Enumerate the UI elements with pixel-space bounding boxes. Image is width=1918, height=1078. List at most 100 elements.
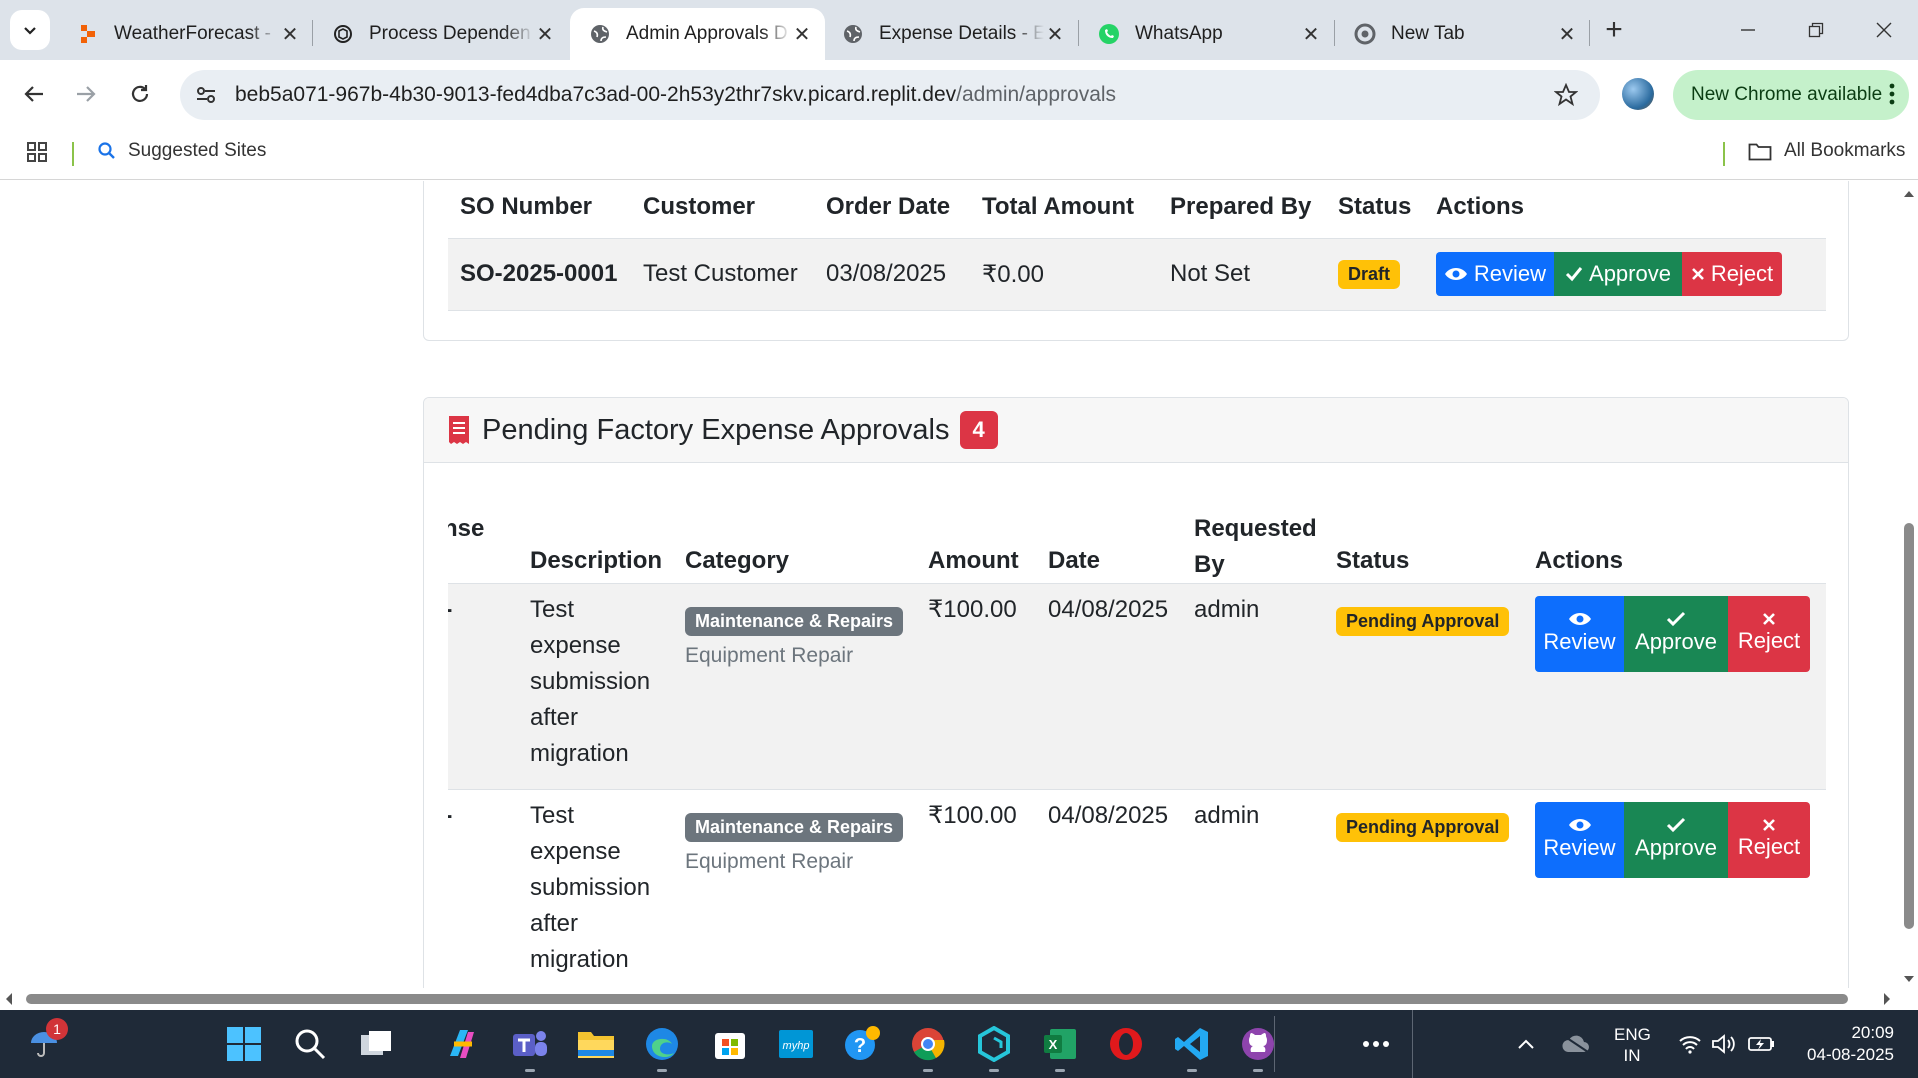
forward-button[interactable] xyxy=(66,74,106,114)
close-icon[interactable]: ✕ xyxy=(534,23,556,46)
copilot-app[interactable] xyxy=(440,1022,484,1066)
copilot-icon xyxy=(450,1030,474,1058)
file-explorer-app[interactable] xyxy=(574,1022,618,1066)
weather-widget[interactable]: 1 xyxy=(22,1018,68,1066)
tab-title: WeatherForecast - xyxy=(114,23,271,44)
close-icon[interactable]: ✕ xyxy=(1044,23,1066,46)
approve-button[interactable]: Approve xyxy=(1624,595,1728,672)
tab-new-tab[interactable]: New Tab ✕ xyxy=(1335,8,1590,60)
scroll-right-icon[interactable] xyxy=(1880,988,1894,1010)
back-button[interactable] xyxy=(14,74,54,114)
bookmark-star-icon[interactable] xyxy=(1554,83,1578,107)
bookmark-label: Suggested Sites xyxy=(128,140,267,161)
col-order-date: Order Date xyxy=(826,192,951,220)
tab-expense-details[interactable]: Expense Details - E ✕ xyxy=(823,8,1078,60)
expense-number-line2: 1 xyxy=(448,628,530,664)
all-bookmarks-button[interactable]: All Bookmarks xyxy=(1748,140,1905,162)
chrome-icon xyxy=(1353,22,1377,46)
approve-button[interactable]: Approve xyxy=(1624,801,1728,878)
tab-search-button[interactable] xyxy=(10,10,50,50)
category-badge: Maintenance & Repairs xyxy=(685,606,904,637)
scroll-left-icon[interactable] xyxy=(2,988,16,1010)
scroll-thumb[interactable] xyxy=(26,994,1848,1004)
expense-number-line1: ST- xyxy=(448,592,530,628)
get-help-app[interactable]: ? xyxy=(840,1022,884,1066)
scroll-up-icon[interactable] xyxy=(1900,187,1918,201)
bookmark-suggested-sites[interactable]: Suggested Sites xyxy=(98,140,266,162)
minimize-button[interactable] xyxy=(1718,8,1778,52)
chrome-update-button[interactable]: New Chrome available xyxy=(1673,70,1909,120)
restore-button[interactable] xyxy=(1786,8,1846,52)
microsoft-store-app[interactable] xyxy=(708,1022,752,1066)
show-hidden-icons-button[interactable] xyxy=(1504,1022,1548,1066)
globe-icon xyxy=(588,22,612,46)
profile-avatar[interactable] xyxy=(1622,78,1654,110)
vscode-app[interactable] xyxy=(1170,1022,1214,1072)
git-app[interactable] xyxy=(972,1022,1016,1072)
clock[interactable]: 20:09 04-08-2025 xyxy=(1790,1022,1894,1066)
table-row: ST-1 Test expense submission after migra… xyxy=(448,583,1826,789)
close-icon[interactable]: ✕ xyxy=(1556,23,1578,46)
task-view-button[interactable] xyxy=(354,1022,398,1066)
onedrive-status[interactable] xyxy=(1554,1022,1598,1066)
address-bar[interactable]: beb5a071-967b-4b30-9013-fed4dba7c3ad-00-… xyxy=(180,70,1600,120)
myhp-app[interactable]: myhp xyxy=(774,1022,818,1066)
expenses-table-wrapper: pense o. Description Category Amount Date… xyxy=(448,463,1826,988)
plus-icon: + xyxy=(1605,13,1623,46)
horizontal-scrollbar[interactable] xyxy=(0,988,1918,1010)
new-tab-button[interactable]: + xyxy=(1596,12,1632,48)
volume-icon xyxy=(1712,1034,1735,1054)
vertical-scrollbar[interactable] xyxy=(1900,181,1918,988)
site-info-icon[interactable] xyxy=(194,83,218,107)
taskbar-search[interactable] xyxy=(288,1022,332,1066)
battery-status[interactable] xyxy=(1740,1022,1784,1066)
running-indicator xyxy=(1055,1069,1065,1072)
tab-weather-forecast[interactable]: WeatherForecast - ✕ xyxy=(58,8,313,60)
browser-tab-strip: WeatherForecast - ✕ Process Dependen ✕ A… xyxy=(0,0,1918,60)
review-button[interactable]: Review xyxy=(1535,801,1624,878)
reload-button[interactable] xyxy=(120,74,160,114)
chevron-down-icon xyxy=(24,27,36,35)
tab-process-dependency[interactable]: Process Dependen ✕ xyxy=(313,8,568,60)
close-window-button[interactable] xyxy=(1854,8,1914,52)
review-button[interactable]: Review xyxy=(1535,595,1624,672)
scroll-down-icon[interactable] xyxy=(1900,972,1918,986)
edge-app[interactable] xyxy=(640,1022,684,1072)
close-icon xyxy=(1763,818,1775,831)
reject-button[interactable]: Reject xyxy=(1728,801,1810,878)
expense-amount: ₹100.00 xyxy=(928,801,1017,829)
col-date: Date xyxy=(1048,546,1101,574)
scroll-thumb[interactable] xyxy=(1904,523,1914,929)
approve-button[interactable]: Approve xyxy=(1554,252,1682,296)
tab-whatsapp[interactable]: WhatsApp ✕ xyxy=(1079,8,1334,60)
folder-icon xyxy=(578,1032,614,1058)
expense-number-line2: 2 xyxy=(448,834,530,870)
review-label: Review xyxy=(1543,834,1616,860)
more-apps-button[interactable] xyxy=(1354,1022,1398,1066)
language-indicator[interactable]: ENG IN xyxy=(1614,1024,1651,1066)
tab-admin-approvals[interactable]: Admin Approvals D ✕ xyxy=(570,8,825,60)
reject-button[interactable]: Reject xyxy=(1728,595,1810,672)
running-indicator xyxy=(989,1069,999,1072)
bookmarks-bar: Suggested Sites All Bookmarks xyxy=(0,128,1918,180)
apps-grid-icon[interactable] xyxy=(26,141,48,163)
close-icon[interactable]: ✕ xyxy=(279,23,301,46)
expense-number: ST-2 xyxy=(448,789,530,988)
close-icon[interactable]: ✕ xyxy=(791,23,813,46)
wifi-icon xyxy=(1679,1036,1701,1054)
chrome-app[interactable] xyxy=(906,1022,950,1072)
review-button[interactable]: Review xyxy=(1436,252,1554,296)
globe-icon xyxy=(841,22,865,46)
eye-icon xyxy=(1568,818,1591,831)
opera-app[interactable] xyxy=(1104,1022,1148,1066)
check-icon xyxy=(1565,267,1583,282)
reject-button[interactable]: Reject xyxy=(1682,252,1782,296)
more-vert-icon[interactable] xyxy=(1889,82,1895,106)
close-icon[interactable]: ✕ xyxy=(1300,23,1322,46)
col-description: Description xyxy=(530,546,663,574)
excel-app[interactable]: X xyxy=(1038,1022,1082,1072)
col-status: Status xyxy=(1336,546,1410,574)
start-button[interactable] xyxy=(222,1022,266,1066)
teams-app[interactable] xyxy=(508,1022,552,1072)
vscode-icon xyxy=(1175,1028,1208,1060)
